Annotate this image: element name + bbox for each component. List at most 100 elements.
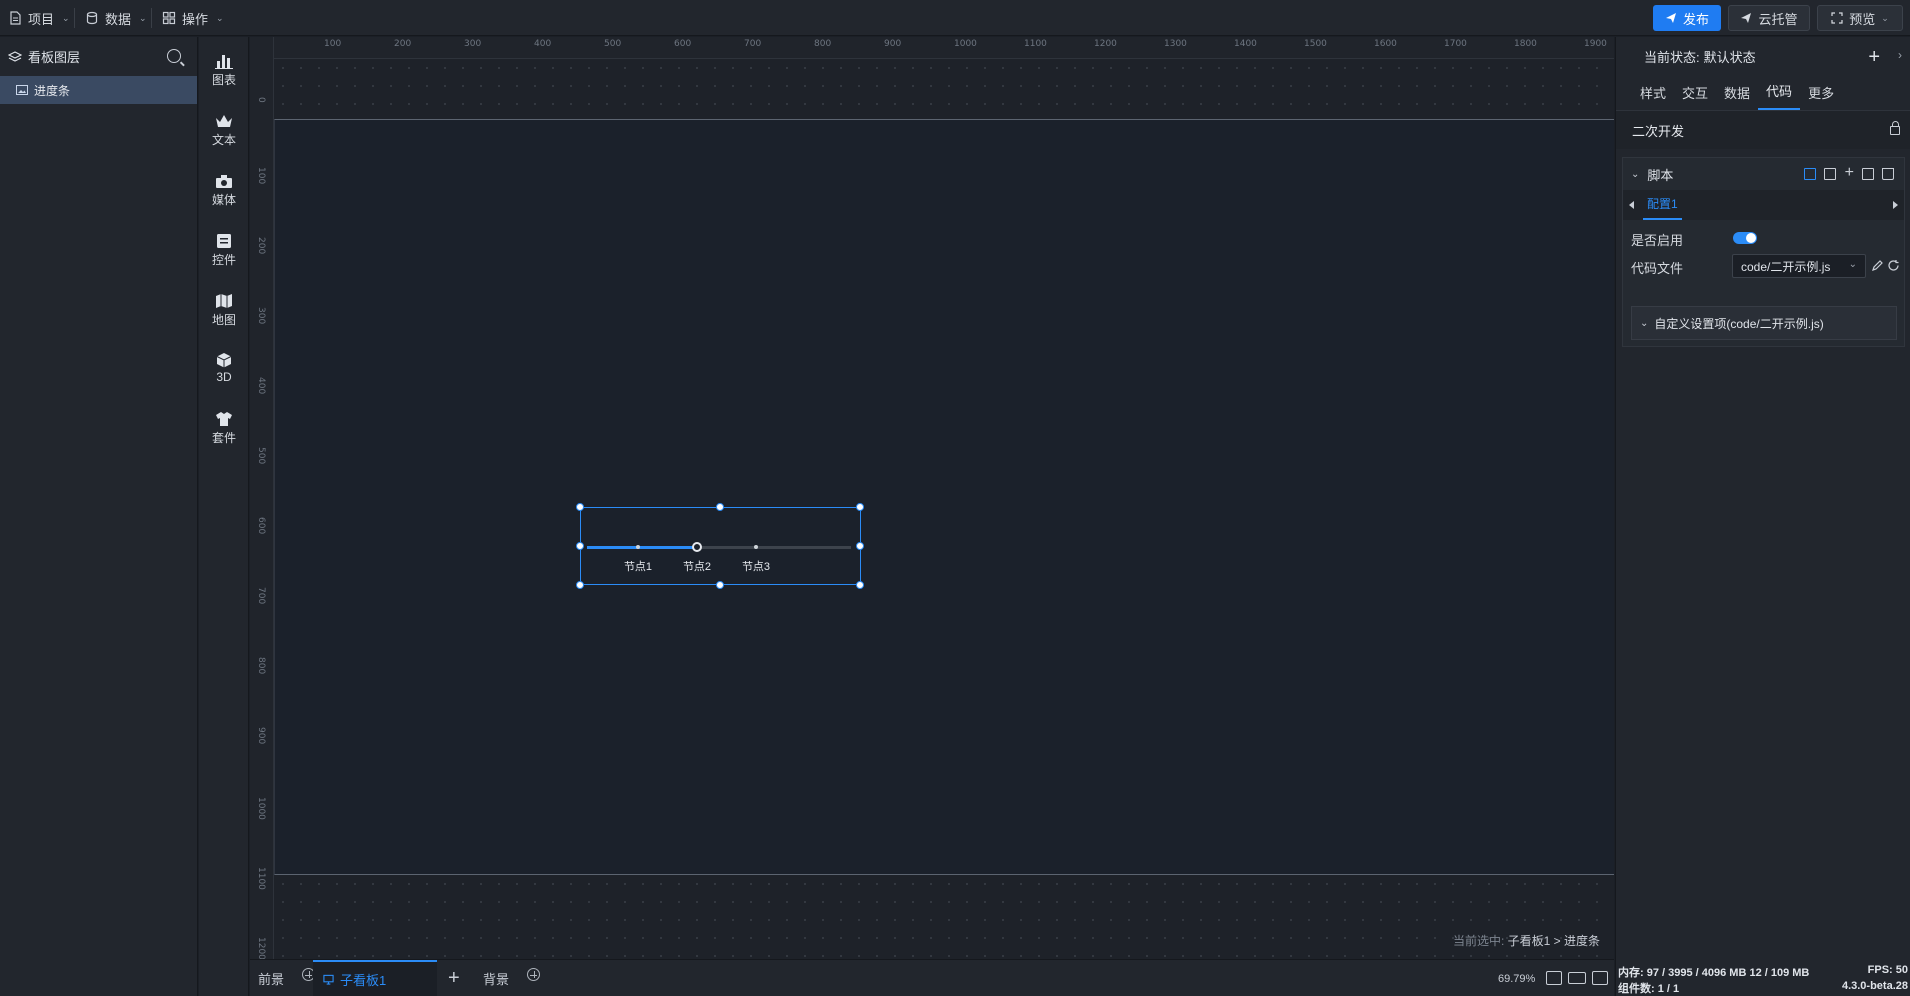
- property-tab[interactable]: 交互: [1674, 83, 1716, 110]
- trash-icon[interactable]: [1882, 168, 1894, 180]
- code-file-label: 代码文件: [1631, 261, 1684, 276]
- tool-map-label: 地图: [211, 312, 236, 327]
- canvas-area[interactable]: 100 200 300 400 500 600 700 800 900 1000 1100 1200 1…: [250, 37, 1614, 959]
- ruler-tick-label: 100: [256, 167, 266, 185]
- property-tab[interactable]: 更多: [1800, 83, 1842, 110]
- menu-operation[interactable]: 操作 ⌄: [162, 0, 224, 36]
- tab-subboard[interactable]: 子看板1: [313, 960, 437, 996]
- add-tab-button[interactable]: +: [448, 960, 460, 996]
- tool-kit[interactable]: 套件: [199, 403, 249, 453]
- publish-button[interactable]: 发布: [1653, 5, 1721, 31]
- preview-button[interactable]: 预览 ⌄: [1817, 5, 1903, 31]
- add-config-icon[interactable]: +: [1845, 164, 1854, 182]
- send-icon: [1741, 13, 1752, 23]
- ruler-horizontal: 100 200 300 400 500 600 700 800 900 1000 1100 1200 1…: [274, 37, 1614, 59]
- tool-widget[interactable]: 控件: [199, 225, 249, 275]
- component-count: 组件数: 1 / 1: [1618, 983, 1680, 995]
- property-tab[interactable]: 代码: [1758, 81, 1801, 110]
- ruler-tick-label: 1200: [1094, 39, 1117, 49]
- plus-icon: +: [448, 967, 460, 989]
- next-config-icon[interactable]: [1893, 201, 1898, 209]
- tool-3d-label: 3D: [216, 370, 232, 384]
- refresh-icon[interactable]: [1887, 259, 1900, 272]
- chevron-down-icon: ⌄: [1640, 317, 1649, 329]
- config-tab[interactable]: 配置1: [1643, 190, 1682, 220]
- ruler-tick-label: 1100: [256, 867, 266, 890]
- menu-divider: [74, 8, 75, 28]
- ruler-tick-label: 600: [674, 39, 692, 49]
- tool-text[interactable]: 文本: [199, 105, 249, 155]
- copy-icon[interactable]: [1862, 168, 1874, 180]
- add-background-icon[interactable]: [527, 968, 541, 981]
- progress-bar-selection[interactable]: 节点1 节点2 节点3: [580, 507, 861, 585]
- ruler-tick-label: 1000: [256, 797, 266, 820]
- progress-node[interactable]: [692, 542, 702, 552]
- layout-split-icon[interactable]: [1824, 168, 1836, 180]
- search-icon[interactable]: [167, 49, 181, 63]
- terminal-icon[interactable]: [1592, 971, 1608, 985]
- lock-icon[interactable]: [1890, 120, 1900, 135]
- ruler-tick-label: 200: [256, 237, 266, 255]
- tool-map[interactable]: 地图: [199, 285, 249, 335]
- ruler-tick-label: 500: [604, 39, 622, 49]
- ruler-tick-label: 900: [884, 39, 902, 49]
- enable-toggle[interactable]: [1733, 232, 1757, 244]
- tool-3d[interactable]: 3D: [199, 343, 249, 393]
- progress-node-label: 节点3: [741, 561, 771, 573]
- edit-icon[interactable]: [1871, 259, 1884, 272]
- document-icon: [10, 11, 21, 25]
- keyboard-icon[interactable]: [1568, 972, 1586, 984]
- resize-handle-top-right[interactable]: [856, 503, 864, 511]
- resize-handle-bottom-right[interactable]: [856, 581, 864, 589]
- resize-handle-right[interactable]: [856, 542, 864, 550]
- resize-handle-bottom[interactable]: [716, 581, 724, 589]
- custom-settings-collapse[interactable]: ⌄ 自定义设置项(code/二开示例.js): [1631, 306, 1897, 340]
- tool-chart-label: 图表: [211, 72, 236, 87]
- zoom-value: 69.79%: [1498, 972, 1536, 985]
- crown-icon: [216, 114, 232, 127]
- ruler-tick-label: 1600: [1374, 39, 1397, 49]
- tool-media[interactable]: 媒体: [199, 165, 249, 215]
- preview-label: 预览: [1849, 11, 1876, 27]
- config-tabs: 配置1: [1623, 190, 1904, 220]
- progress-node[interactable]: [636, 545, 640, 549]
- resize-handle-top[interactable]: [716, 503, 724, 511]
- tab-background-label: 背景: [483, 972, 510, 987]
- chevron-down-icon: ⌄: [1631, 168, 1640, 180]
- image-icon: [16, 85, 28, 95]
- tab-foreground[interactable]: 前景: [258, 960, 316, 996]
- dashboard-board[interactable]: [274, 119, 1614, 875]
- cloud-hosting-button[interactable]: 云托管: [1728, 5, 1810, 31]
- script-title: 脚本: [1647, 167, 1674, 183]
- prev-config-icon[interactable]: [1629, 201, 1634, 209]
- send-icon: [1665, 13, 1676, 23]
- tool-text-label: 文本: [211, 132, 236, 147]
- chevron-right-icon[interactable]: ›: [1898, 48, 1902, 62]
- chevron-down-icon: ⌄: [216, 12, 224, 23]
- property-tab[interactable]: 数据: [1716, 83, 1758, 110]
- layer-item[interactable]: 进度条: [0, 76, 197, 104]
- zoom-level[interactable]: 69.79%: [1498, 960, 1535, 996]
- property-tab[interactable]: 样式: [1632, 83, 1674, 110]
- tool-chart[interactable]: 图表: [199, 45, 249, 95]
- menu-data-label: 数据: [105, 11, 132, 27]
- state-value[interactable]: 默认状态: [1704, 47, 1756, 66]
- code-file-select[interactable]: code/二开示例.js ⌄: [1732, 254, 1866, 278]
- fit-screen-icon[interactable]: [1546, 971, 1562, 985]
- script-header[interactable]: ⌄ 脚本 +: [1623, 158, 1904, 190]
- layout-single-icon[interactable]: [1804, 168, 1816, 180]
- ruler-vertical: 0 100 200 300 400 500 600 700 800 900 1000 1100 1200: [250, 37, 274, 959]
- canvas-dot-grid: [274, 875, 1614, 959]
- tab-background[interactable]: 背景: [483, 960, 541, 996]
- menu-data[interactable]: 数据 ⌄: [85, 0, 147, 36]
- add-state-icon[interactable]: +: [1868, 46, 1880, 69]
- resize-handle-top-left[interactable]: [576, 503, 584, 511]
- runtime-status: 内存: 97 / 3995 / 4096 MB 12 / 109 MB FPS:…: [1615, 959, 1910, 996]
- resize-handle-left[interactable]: [576, 542, 584, 550]
- resize-handle-bottom-left[interactable]: [576, 581, 584, 589]
- menu-project[interactable]: 项目 ⌄: [8, 0, 70, 36]
- enable-label: 是否启用: [1631, 233, 1684, 248]
- map-icon: [216, 293, 232, 308]
- section-title: 二次开发: [1632, 123, 1685, 139]
- progress-node[interactable]: [754, 545, 758, 549]
